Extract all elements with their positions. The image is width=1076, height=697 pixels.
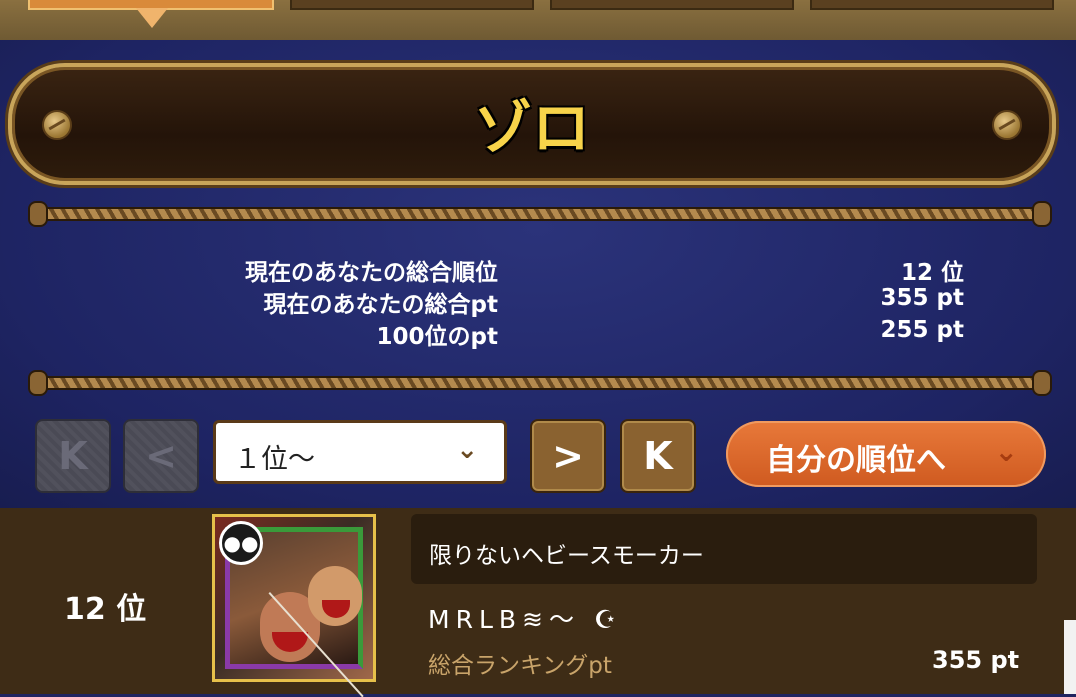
banner-title: ゾロ bbox=[473, 94, 590, 162]
player-name: MRLB≋〜 ☪ bbox=[428, 605, 623, 634]
stat-label: 現在のあなたの総合pt bbox=[263, 292, 498, 318]
points-value: 355 pt bbox=[932, 646, 1020, 674]
next-page-icon: > bbox=[552, 434, 584, 478]
character-banner: ゾロ bbox=[8, 63, 1056, 185]
tab-2[interactable] bbox=[290, 0, 534, 10]
my-rank-button[interactable]: 自分の順位へ ⌄ bbox=[726, 421, 1046, 487]
chevron-down-icon: ⌄ bbox=[994, 435, 1018, 468]
stat-value: 355 pt bbox=[880, 285, 964, 311]
points-label: 総合ランキングpt bbox=[428, 653, 612, 679]
stat-value: 12 位 bbox=[900, 260, 964, 286]
stat-label: 現在のあなたの総合順位 bbox=[245, 260, 498, 286]
ranking-row[interactable]: 12 位 ●● 限りないヘビースモーカー MRLB≋〜 ☪ 総合ランキングpt … bbox=[0, 508, 1076, 697]
first-page-icon: K bbox=[58, 434, 88, 478]
first-page-button[interactable]: K bbox=[35, 419, 111, 493]
player-message: 限りないヘビースモーカー bbox=[429, 543, 704, 569]
last-page-button[interactable]: K bbox=[620, 419, 696, 493]
scrollbar[interactable] bbox=[1064, 620, 1076, 694]
rank-range-value: １位〜 bbox=[234, 444, 315, 475]
stat-value: 255 pt bbox=[880, 317, 964, 343]
tab-4[interactable] bbox=[810, 0, 1054, 10]
last-page-icon: K bbox=[643, 434, 673, 478]
rope-divider-bottom bbox=[30, 372, 1050, 394]
chevron-down-icon: ⌄ bbox=[456, 435, 478, 465]
friends-icon: ●● bbox=[219, 521, 263, 565]
rope-divider-top bbox=[30, 203, 1050, 225]
player-message-box: 限りないヘビースモーカー bbox=[411, 514, 1037, 584]
my-rank-label: 自分の順位へ bbox=[766, 443, 946, 478]
stat-label: 100位のpt bbox=[376, 324, 498, 350]
stat-row-100th-pt: 100位のpt 255 pt bbox=[0, 317, 1076, 350]
active-tab-pointer-icon bbox=[136, 8, 168, 28]
tab-3[interactable] bbox=[550, 0, 794, 10]
rank-range-select[interactable]: １位〜 ⌄ bbox=[213, 420, 507, 484]
row-rank: 12 位 bbox=[64, 592, 147, 627]
header-tab-bar bbox=[0, 0, 1076, 40]
next-page-button[interactable]: > bbox=[530, 419, 606, 493]
stat-row-current-rank: 現在のあなたの総合順位 12 位 bbox=[0, 253, 1076, 286]
stat-row-current-pt: 現在のあなたの総合pt 355 pt bbox=[0, 285, 1076, 318]
previous-page-icon: < bbox=[145, 434, 177, 478]
previous-page-button[interactable]: < bbox=[123, 419, 199, 493]
player-avatar[interactable]: ●● bbox=[212, 514, 376, 697]
